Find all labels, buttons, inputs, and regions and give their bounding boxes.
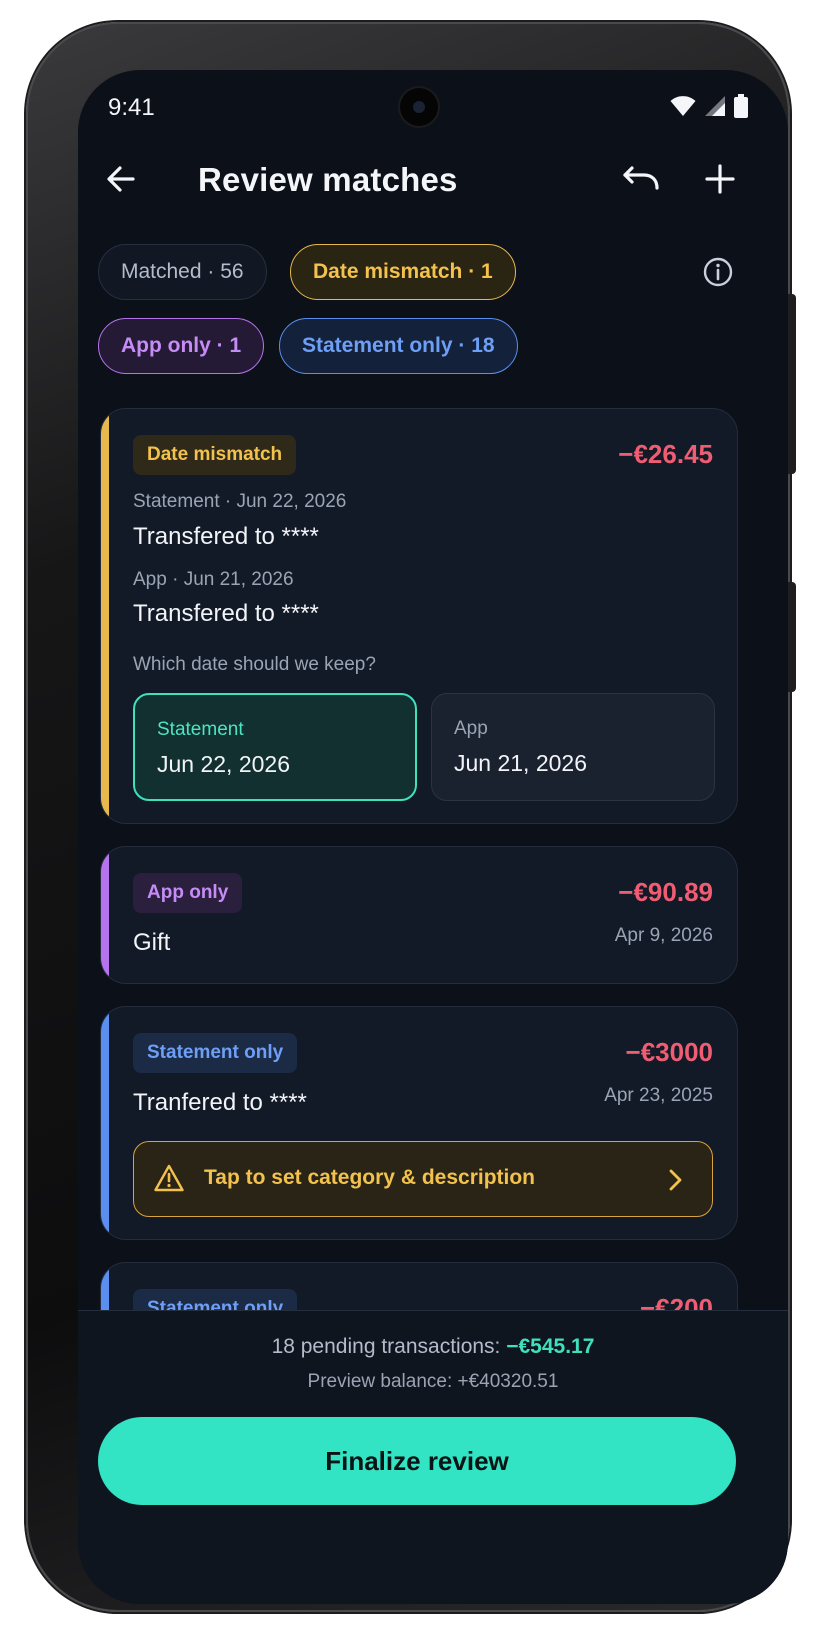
card-accent-bar [101, 1007, 109, 1239]
plus-icon [705, 164, 735, 194]
transaction-date: Apr 23, 2025 [604, 1085, 713, 1106]
pending-amount: −€545.17 [506, 1335, 595, 1358]
chevron-right-icon [669, 1169, 682, 1191]
status-icons [670, 94, 748, 118]
option-value: Jun 21, 2026 [454, 750, 588, 776]
battery-icon [734, 94, 748, 118]
keep-app-date-option[interactable]: App Jun 21, 2026 [431, 693, 715, 801]
transaction-description: Tranfered to **** [133, 1089, 307, 1116]
filter-chip-label: Date mismatch · 1 [313, 260, 493, 283]
app-meta: App · Jun 21, 2026 [133, 569, 294, 590]
add-button[interactable] [695, 154, 745, 204]
option-label: Statement [157, 719, 244, 740]
signal-icon [705, 96, 725, 116]
finalize-review-button[interactable]: Finalize review [98, 1417, 736, 1505]
filter-chip-app-only[interactable]: App only · 1 [98, 318, 265, 374]
status-badge: Statement only [133, 1033, 298, 1073]
keep-date-question: Which date should we keep? [133, 654, 376, 675]
app-bar: Review matches [78, 150, 788, 220]
transaction-card-date-mismatch[interactable]: Date mismatch −€26.45 Statement · Jun 22… [100, 408, 738, 824]
pending-label: 18 pending transactions: [271, 1335, 507, 1358]
undo-icon [623, 166, 659, 190]
app-description: Transfered to **** [133, 600, 319, 627]
power-button [788, 582, 796, 692]
set-category-label: Tap to set category & description [204, 1166, 536, 1189]
front-camera [400, 88, 438, 126]
option-value: Jun 22, 2026 [157, 751, 291, 777]
page-title: Review matches [198, 161, 458, 198]
statement-meta: Statement · Jun 22, 2026 [133, 491, 347, 512]
transaction-amount: −€26.45 [618, 439, 713, 469]
set-category-prompt[interactable]: Tap to set category & description [133, 1141, 713, 1217]
transaction-card-statement-only[interactable]: Statement only −€3000 Tranfered to **** … [100, 1006, 738, 1240]
status-bar: 9:41 [78, 70, 788, 150]
status-time: 9:41 [108, 94, 155, 121]
filter-chip-statement-only[interactable]: Statement only · 18 [279, 318, 518, 374]
volume-button [788, 294, 796, 474]
filter-chip-label: App only · 1 [121, 334, 242, 357]
info-icon [703, 257, 733, 287]
filter-chip-label: Matched · 56 [121, 260, 244, 283]
review-summary-panel: 18 pending transactions: −€545.17 Previe… [78, 1310, 788, 1604]
back-button[interactable] [96, 154, 146, 204]
wifi-icon [670, 96, 696, 116]
filter-chip-matched[interactable]: Matched · 56 [98, 244, 267, 300]
transaction-amount: −€90.89 [618, 877, 713, 907]
screen: 9:41 Review matches Matched · 56 Date mi… [78, 70, 788, 1604]
preview-balance: Preview balance: +€40320.51 [307, 1371, 559, 1392]
card-accent-bar [101, 409, 109, 823]
finalize-review-label: Finalize review [325, 1445, 509, 1476]
undo-button[interactable] [616, 154, 666, 204]
pending-summary: 18 pending transactions: −€545.17 [78, 1335, 788, 1359]
back-arrow-icon [107, 166, 135, 192]
transaction-amount: −€3000 [625, 1037, 713, 1067]
status-badge: Date mismatch [133, 435, 297, 475]
filter-chip-date-mismatch[interactable]: Date mismatch · 1 [290, 244, 516, 300]
status-badge: App only [133, 873, 243, 913]
transaction-description: Gift [133, 929, 171, 956]
filter-chip-label: Statement only · 18 [302, 334, 495, 357]
keep-statement-date-option[interactable]: Statement Jun 22, 2026 [133, 693, 417, 801]
info-button[interactable] [700, 254, 736, 290]
card-accent-bar [101, 847, 109, 983]
statement-description: Transfered to **** [133, 523, 319, 550]
phone-frame: 9:41 Review matches Matched · 56 Date mi… [26, 22, 796, 1612]
warning-icon [154, 1164, 184, 1192]
option-label: App [454, 718, 488, 739]
transaction-date: Apr 9, 2026 [614, 925, 713, 946]
transaction-card-app-only[interactable]: App only −€90.89 Gift Apr 9, 2026 [100, 846, 738, 984]
